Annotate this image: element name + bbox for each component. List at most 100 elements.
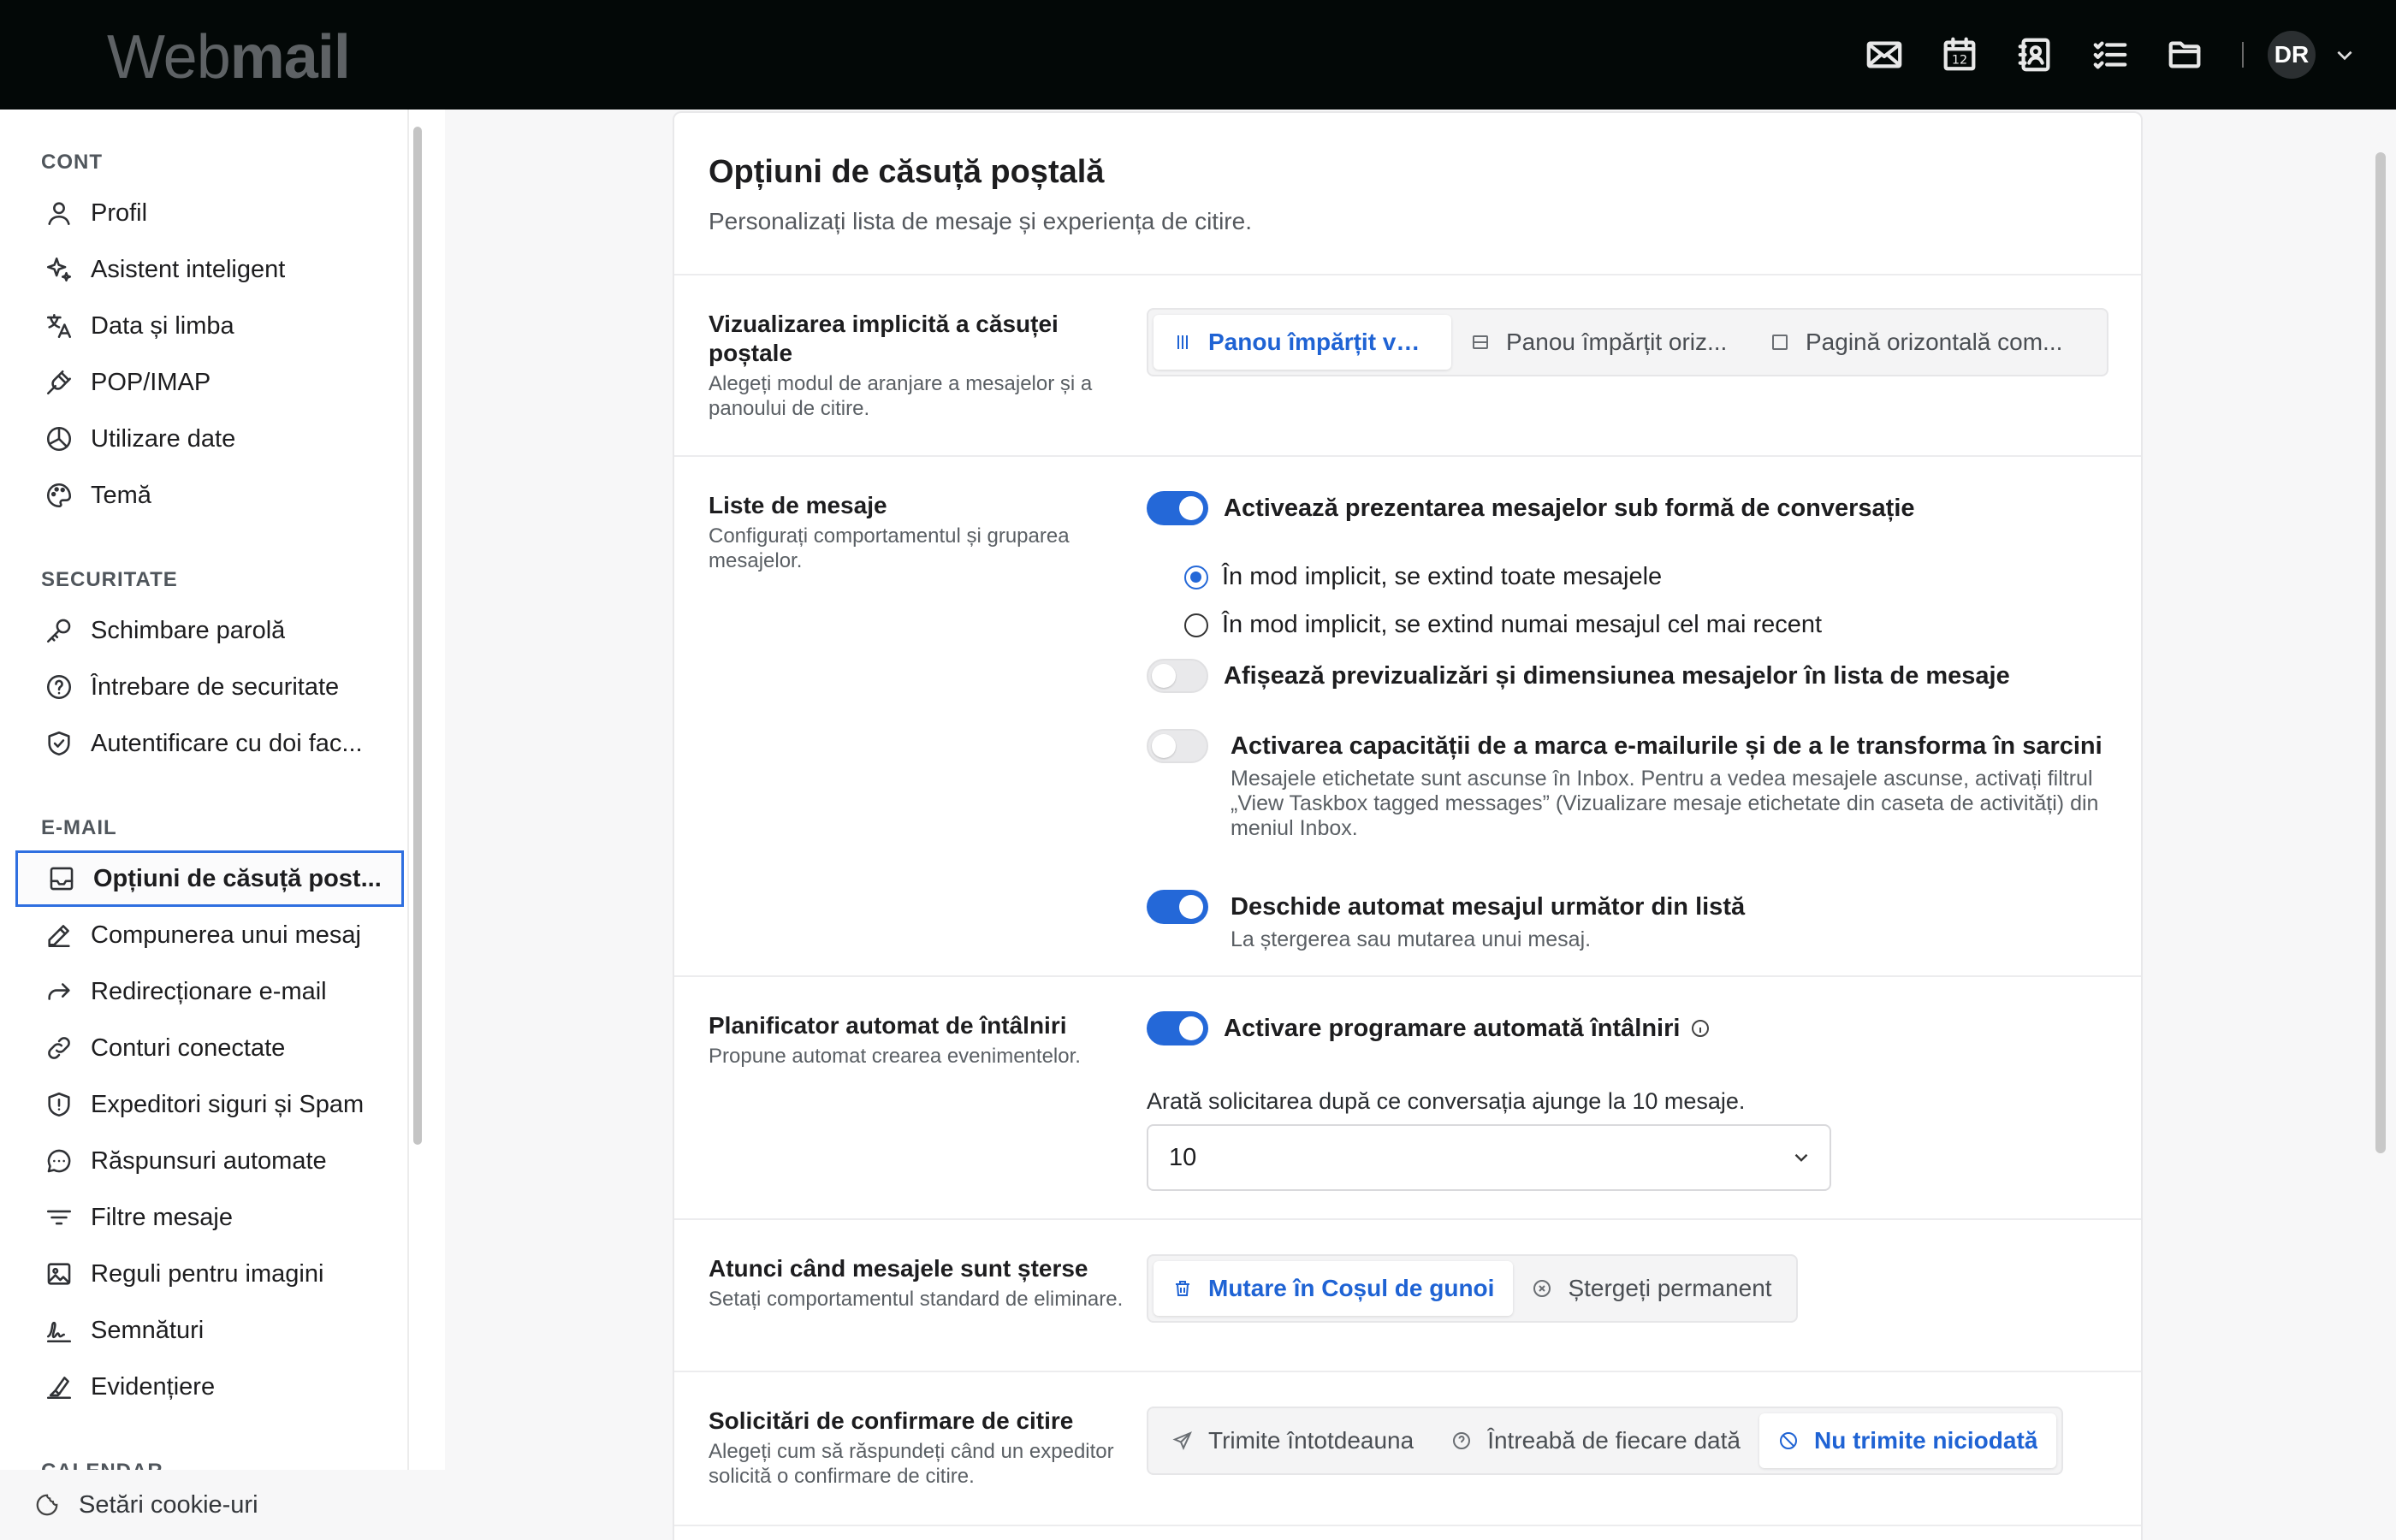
view-option-vertical[interactable]: Panou împărțit ver... [1154, 315, 1451, 370]
avatar[interactable]: DR [2268, 31, 2316, 79]
app-logo[interactable]: Webmail [107, 19, 351, 96]
conversation-setting: Activează prezentarea mesajelor sub form… [1147, 491, 1915, 525]
sparkle-icon [46, 257, 72, 282]
x-circle-icon [1533, 1280, 1551, 1297]
scheduler-threshold-select[interactable]: 10 [1147, 1124, 1831, 1191]
scheduler-desc: Propune automat crearea evenimentelor. [709, 1045, 1081, 1068]
radio-expand-all-label: În mod implicit, se extind toate mesajel… [1222, 563, 1663, 590]
default-view-segmented: Panou împărțit ver... Panou împărțit ori… [1147, 308, 2108, 376]
sidebar-item-utilizare-date[interactable]: Utilizare date [0, 411, 407, 467]
sidebar-item-label: Compunerea unui mesaj [91, 921, 361, 949]
scheduler-toggle[interactable] [1147, 1011, 1208, 1045]
sidebar-item-evidentiere[interactable]: Evidențiere [0, 1359, 407, 1415]
radio-expand-recent-label: În mod implicit, se extind numai mesajul… [1222, 611, 1823, 638]
radio-expand-recent[interactable]: În mod implicit, se extind numai mesajul… [1184, 611, 1822, 639]
sidebar-item-redirectionare[interactable]: Redirecționare e-mail [0, 963, 407, 1020]
sidebar-item-intrebare-securitate[interactable]: Întrebare de securitate [0, 659, 407, 715]
settings-sidebar: CONT Profil Asistent inteligent Data și … [0, 110, 445, 1540]
sidebar-item-conturi-conectate[interactable]: Conturi conectate [0, 1020, 407, 1076]
rows-icon [1473, 335, 1488, 349]
sidebar-item-profil[interactable]: Profil [0, 185, 407, 241]
chat-icon [47, 1149, 71, 1173]
sidebar-scrollbar[interactable] [413, 127, 422, 1145]
radio-expand-recent-control[interactable] [1184, 613, 1208, 637]
files-icon[interactable] [2148, 17, 2223, 92]
default-view-title: Vizualizarea implicită a căsuței poștale [709, 311, 1059, 366]
pie-chart-icon [46, 426, 72, 452]
delete-option-permanent[interactable]: Ștergeți permanent [1513, 1261, 1790, 1316]
sidebar-item-label: Semnături [91, 1316, 205, 1344]
tasks-toggle[interactable] [1147, 729, 1208, 763]
cookie-settings-label: Setări cookie-uri [79, 1490, 258, 1519]
sidebar-item-reguli-imagini[interactable]: Reguli pentru imagini [0, 1246, 407, 1302]
sidebar-item-label: Reguli pentru imagini [91, 1259, 324, 1288]
read-receipts-title: Solicitări de confirmare de citire [709, 1407, 1074, 1434]
filter-icon [46, 1210, 72, 1225]
sidebar-item-raspunsuri-automate[interactable]: Răspunsuri automate [0, 1133, 407, 1189]
sidebar-item-autentificare-2fa[interactable]: Autentificare cu doi fac... [0, 715, 407, 772]
tasks-setting: Activarea capacității de a marca e-mailu… [1147, 729, 2103, 841]
sidebar-item-data-limba[interactable]: Data și limba [0, 298, 407, 354]
cookie-settings-link[interactable]: Setări cookie-uri [0, 1470, 445, 1540]
sidebar-item-optiuni-casuta[interactable]: Opțiuni de căsuță post... [15, 850, 404, 907]
sidebar-item-pop-imap[interactable]: POP/IMAP [0, 354, 407, 411]
receipt-option-ask[interactable]: Întreabă de fiecare dată [1432, 1413, 1759, 1468]
sidebar-item-tema[interactable]: Temă [0, 467, 407, 524]
autoopen-toggle[interactable] [1147, 890, 1208, 924]
sidebar-item-label: Întrebare de securitate [91, 672, 340, 701]
sidebar-item-label: Evidențiere [91, 1372, 216, 1401]
message-lists-desc: Configurați comportamentul și gruparea m… [709, 524, 1070, 572]
sidebar-item-filtre-mesaje[interactable]: Filtre mesaje [0, 1189, 407, 1246]
receipt-option-always[interactable]: Trimite întotdeauna [1154, 1413, 1432, 1468]
calendar-icon[interactable]: 12 [1922, 17, 1997, 92]
delete-option-trash[interactable]: Mutare în Coșul de gunoi [1154, 1261, 1514, 1316]
trash-icon [1176, 1281, 1189, 1296]
radio-expand-all[interactable]: În mod implicit, se extind toate mesajel… [1184, 563, 1662, 591]
radio-expand-all-control[interactable] [1184, 565, 1208, 589]
send-icon [1172, 1431, 1192, 1450]
sidebar-section-calendar: CALENDAR [0, 1449, 407, 1470]
sidebar-item-label: Redirecționare e-mail [91, 977, 327, 1005]
sidebar-section-cont: CONT [41, 151, 103, 174]
plug-icon [46, 370, 72, 395]
previews-toggle[interactable] [1147, 659, 1208, 693]
sidebar-item-label: Schimbare parolă [91, 616, 286, 644]
page-title: Opțiuni de căsuță poștală [709, 154, 1105, 190]
main-scrollbar[interactable] [2375, 152, 2386, 1153]
panel-header: Opțiuni de căsuță poștală Personalizați … [674, 113, 2141, 275]
sidebar-item-asistent[interactable]: Asistent inteligent [0, 241, 407, 298]
sidebar-item-label: Utilizare date [91, 424, 236, 453]
scheduler-title: Planificator automat de întâlniri [709, 1012, 1067, 1039]
sidebar-item-semnaturi[interactable]: Semnături [0, 1302, 407, 1359]
question-icon [1453, 1432, 1471, 1449]
sidebar-item-label: Profil [91, 198, 148, 227]
tasks-icon[interactable] [2073, 17, 2148, 92]
conversation-toggle[interactable] [1147, 491, 1208, 525]
mail-icon[interactable] [1847, 17, 1922, 92]
sidebar-divider [407, 110, 409, 1470]
signature-icon [46, 1321, 72, 1343]
read-receipts-segmented: Trimite întotdeauna Întreabă de fiecare … [1147, 1407, 2064, 1475]
scheduler-row: Planificator automat de întâlniri Propun… [674, 977, 2141, 1220]
receipt-option-never[interactable]: Nu trimite niciodată [1758, 1413, 2057, 1468]
contacts-icon[interactable] [1997, 17, 2073, 92]
default-view-desc: Alegeți modul de aranjare a mesajelor și… [709, 372, 1093, 420]
info-icon[interactable] [1690, 1014, 1711, 1037]
highlighter-icon [46, 1377, 72, 1400]
delete-behavior-segmented: Mutare în Coșul de gunoi Ștergeți perman… [1147, 1254, 1798, 1323]
select-value: 10 [1169, 1143, 1197, 1171]
view-option-full-page[interactable]: Pagină orizontală com... [1751, 315, 2098, 370]
svg-text:12: 12 [1952, 54, 1967, 68]
previews-setting: Afișează previzualizări și dimensiunea m… [1147, 659, 2010, 693]
mailbox-options-panel: Opțiuni de căsuță poștală Personalizați … [673, 111, 2143, 1540]
palette-icon [46, 483, 72, 508]
sidebar-item-label: POP/IMAP [91, 368, 211, 396]
sidebar-item-compunere[interactable]: Compunerea unui mesaj [0, 907, 407, 963]
sidebar-item-schimbare-parola[interactable]: Schimbare parolă [0, 602, 407, 659]
sidebar-item-expeditori-spam[interactable]: Expeditori siguri și Spam [0, 1076, 407, 1133]
sidebar-item-label: Răspunsuri automate [91, 1146, 327, 1175]
chevron-down-icon[interactable] [2328, 38, 2362, 72]
view-option-horizontal[interactable]: Panou împărțit oriz... [1451, 315, 1751, 370]
scheduler-toggle-label: Activare programare automată întâlniri [1224, 1015, 1681, 1042]
shield-alert-icon [48, 1092, 70, 1117]
